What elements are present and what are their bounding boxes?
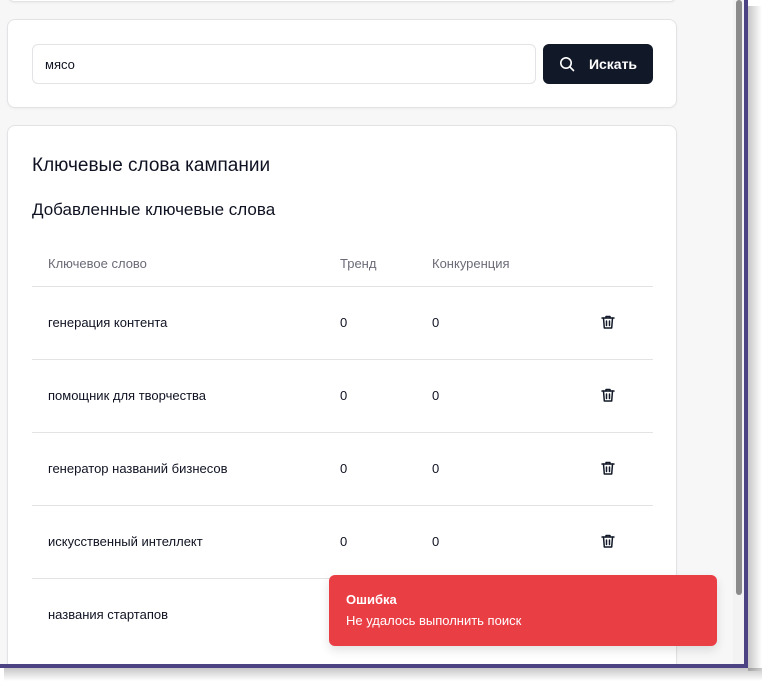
toast-message: Не удалось выполнить поиск [346, 613, 522, 628]
competition-cell: 0 [432, 315, 440, 330]
trash-icon [600, 314, 616, 333]
delete-keyword-button[interactable] [598, 313, 618, 333]
keyword-cell: генератор названий бизнесов [48, 461, 228, 476]
section-title: Добавленные ключевые слова [32, 200, 276, 219]
search-input[interactable] [32, 44, 536, 84]
search-button[interactable]: Искать [543, 44, 653, 84]
window-shadow-bottom [4, 668, 762, 681]
table-row: генератор названий бизнесов 0 0 [32, 433, 653, 506]
trend-cell: 0 [340, 315, 348, 330]
trend-cell: 0 [340, 388, 348, 403]
previous-card-edge [8, 0, 676, 2]
competition-cell: 0 [432, 388, 440, 403]
trash-icon [600, 387, 616, 406]
window-shadow-right [748, 6, 762, 671]
keyword-cell: помощник для творчества [48, 388, 207, 403]
search-icon [559, 56, 575, 72]
delete-keyword-button[interactable] [598, 386, 618, 406]
trend-cell: 0 [340, 461, 348, 476]
error-toast[interactable]: Ошибка Не удалось выполнить поиск [329, 575, 717, 646]
trash-icon [600, 533, 616, 552]
scrollbar-thumb[interactable] [736, 0, 742, 595]
table-row: искусственный интеллект 0 0 [32, 506, 653, 579]
keyword-cell: искусственный интеллект [48, 534, 203, 549]
column-header-keyword: Ключевое слово [48, 256, 147, 271]
competition-cell: 0 [432, 534, 440, 549]
competition-cell: 0 [432, 461, 440, 476]
app-window: Искать Ключевые слова кампании Добавленн… [0, 0, 744, 664]
delete-keyword-button[interactable] [598, 459, 618, 479]
table-header: Ключевое слово Тренд Конкуренция [32, 238, 653, 287]
card-title: Ключевые слова кампании [32, 155, 271, 176]
trend-cell: 0 [340, 534, 348, 549]
toast-title: Ошибка [346, 592, 397, 607]
keyword-cell: генерация контента [48, 315, 168, 330]
trash-icon [600, 460, 616, 479]
search-button-label: Искать [588, 56, 638, 72]
search-card: Искать [7, 19, 677, 108]
delete-keyword-button[interactable] [598, 532, 618, 552]
table-row: генерация контента 0 0 [32, 287, 653, 360]
column-header-trend: Тренд [340, 256, 377, 271]
keyword-cell: названия стартапов [48, 607, 169, 622]
table-row: помощник для творчества 0 0 [32, 360, 653, 433]
column-header-competition: Конкуренция [432, 256, 510, 271]
